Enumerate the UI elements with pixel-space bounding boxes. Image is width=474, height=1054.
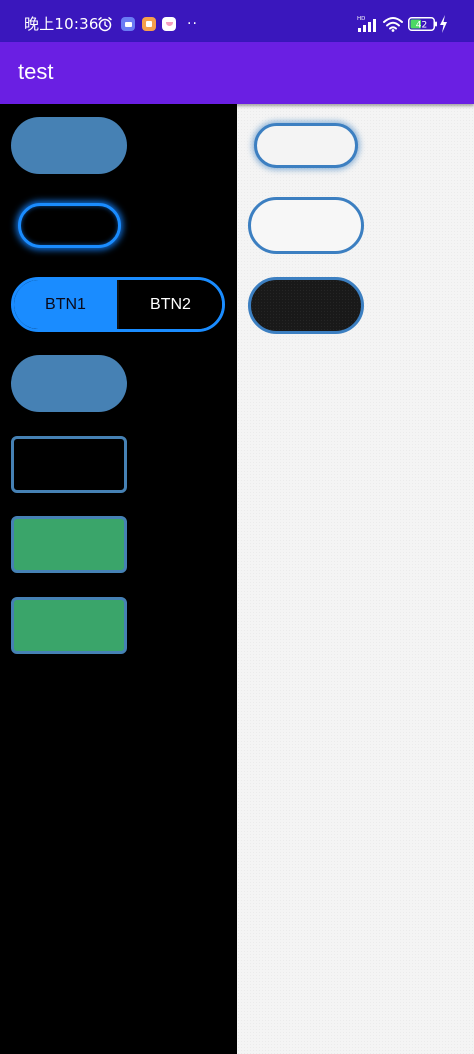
app-bar: test [0, 42, 474, 104]
segmented-toggle[interactable]: BTN1 BTN2 [11, 277, 225, 332]
neon-outline-pill-button[interactable] [18, 203, 121, 248]
battery-icon: 42 [408, 17, 437, 31]
status-time: 晚上10:36 [24, 15, 99, 33]
app-notification-icon [162, 17, 176, 31]
outline-rect-button[interactable] [11, 436, 127, 493]
dark-pill-button[interactable] [248, 277, 364, 334]
alarm-icon [98, 17, 112, 32]
green-rect-button-2[interactable] [11, 597, 127, 654]
segment-btn1[interactable]: BTN1 [14, 280, 117, 329]
right-panel [237, 104, 474, 1054]
wifi-icon [383, 17, 403, 32]
battery-level: 42 [416, 21, 427, 31]
green-rect-button[interactable] [11, 516, 127, 573]
signal-icon: HD [357, 16, 376, 32]
charging-icon [440, 15, 447, 33]
app-notification-icon [142, 17, 156, 31]
network-label: HD [357, 16, 365, 22]
app-screen: 晚上10:36 ·· HD 42 test BTN1 BTN2 [0, 0, 474, 1054]
segment-btn2[interactable]: BTN2 [117, 280, 222, 329]
left-panel: BTN1 BTN2 [0, 104, 237, 1054]
app-notification-icon [121, 17, 135, 31]
blue-pill-button-2[interactable] [11, 355, 127, 412]
app-title: test [18, 59, 54, 84]
glow-outline-pill-button[interactable] [254, 123, 358, 168]
outline-pill-button[interactable] [248, 197, 364, 254]
status-bar: 晚上10:36 ·· HD 42 [0, 0, 474, 42]
more-dots-icon: ·· [187, 16, 198, 32]
blue-pill-button[interactable] [11, 117, 127, 174]
